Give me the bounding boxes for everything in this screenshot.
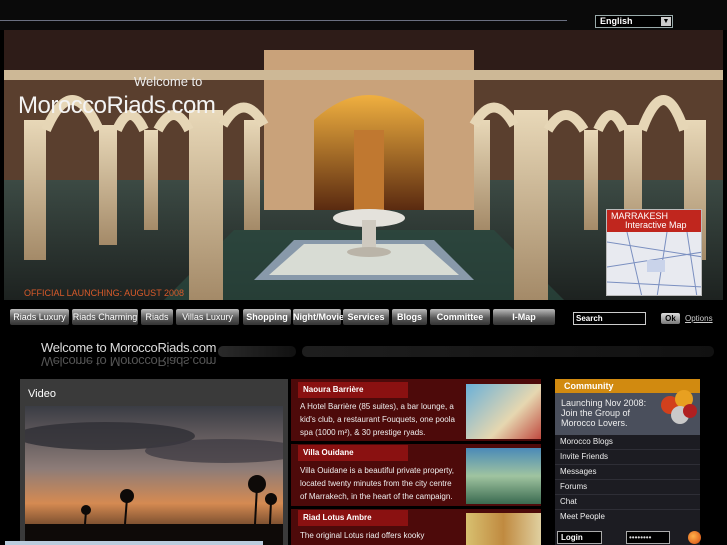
banner-line: Join the Group of	[561, 408, 631, 418]
divider	[555, 464, 700, 465]
news-thumbnail[interactable]	[466, 448, 541, 504]
map-title-label: Interactive Map	[625, 220, 687, 230]
launch-announcement: OFFICIAL LAUNCHING: AUGUST 2008	[24, 288, 185, 298]
chevron-down-icon[interactable]: ▼	[661, 17, 671, 26]
divider	[555, 494, 700, 495]
news-title[interactable]: Riad Lotus Ambre	[298, 510, 408, 526]
map-header: MARRAKESH Interactive Map	[607, 210, 701, 232]
divider	[555, 479, 700, 480]
nav-i-map[interactable]: I-Map	[493, 309, 555, 325]
language-select[interactable]: English ▼	[595, 15, 673, 28]
nav-blogs[interactable]: Blogs	[392, 309, 427, 325]
community-link-chat[interactable]: Chat	[560, 497, 577, 506]
video-controls[interactable]	[5, 541, 263, 545]
video-title: Video	[28, 388, 56, 400]
community-link-invite-friends[interactable]: Invite Friends	[560, 452, 608, 461]
nav-shopping[interactable]: Shopping	[243, 309, 291, 325]
interactive-map-link[interactable]: MARRAKESH Interactive Map	[606, 209, 702, 296]
welcome-small-text: Welcome to	[134, 74, 203, 89]
divider	[555, 449, 700, 450]
news-title[interactable]: Naoura Barrière	[298, 382, 408, 398]
video-panel: Video	[20, 379, 288, 545]
news-item[interactable]: Villa Ouidane Villa Ouidane is a beautif…	[291, 444, 541, 506]
search-ok-button[interactable]: Ok	[661, 313, 680, 324]
community-panel: Community Launching Nov 2008: Join the G…	[555, 379, 700, 545]
nav-committee[interactable]: Committee	[430, 309, 490, 325]
sunset-video-still	[25, 406, 283, 545]
nav-riads-luxury[interactable]: Riads Luxury	[10, 309, 69, 325]
banner-line: Launching Nov 2008:	[561, 398, 647, 408]
top-divider	[0, 20, 567, 21]
login-button[interactable]: Login	[557, 531, 602, 544]
community-banner[interactable]: Launching Nov 2008: Join the Group of Mo…	[555, 390, 700, 435]
search-options-link[interactable]: Options	[685, 314, 713, 323]
news-text: Villa Ouidane is a beautiful private pro…	[300, 466, 455, 501]
nav-night-movie[interactable]: Night/Movie	[293, 309, 344, 325]
language-select-value: English	[600, 16, 633, 26]
nav-riads-charming[interactable]: Riads Charming	[72, 309, 138, 325]
tagline-reflection: Welcome to MoroccoRiads.com	[41, 354, 217, 369]
news-title[interactable]: Villa Ouidane	[298, 445, 408, 461]
site-logo-text[interactable]: MoroccoRiads.com	[18, 92, 216, 120]
video-player[interactable]	[25, 406, 283, 545]
news-item[interactable]: Riad Lotus Ambre The original Lotus riad…	[291, 509, 541, 545]
divider	[555, 509, 700, 510]
group-people-icon	[661, 390, 697, 424]
news-thumbnail[interactable]	[466, 384, 541, 439]
community-link-messages[interactable]: Messages	[560, 467, 596, 476]
password-field[interactable]: ••••••••	[626, 531, 670, 544]
nav-riads[interactable]: Riads	[141, 309, 173, 325]
go-icon[interactable]	[688, 531, 701, 544]
community-link-morocco-blogs[interactable]: Morocco Blogs	[560, 437, 613, 446]
banner-line: Morocco Lovers.	[561, 418, 628, 428]
community-link-meet-people[interactable]: Meet People	[560, 512, 605, 521]
map-thumbnail-icon	[607, 232, 701, 295]
nav-services[interactable]: Services	[343, 309, 389, 325]
tagline-bar-long	[302, 346, 714, 357]
community-link-forums[interactable]: Forums	[560, 482, 587, 491]
news-item[interactable]: Naoura Barrière A Hotel Barrière (85 sui…	[291, 379, 541, 441]
tagline-bar	[218, 346, 296, 357]
tagline: Welcome to MoroccoRiads.com	[41, 340, 217, 355]
news-thumbnail[interactable]	[466, 513, 541, 545]
news-text: The original Lotus riad offers kooky	[300, 531, 425, 540]
news-text: A Hotel Barrière (85 suites), a bar loun…	[300, 402, 455, 437]
nav-villas-luxury[interactable]: Villas Luxury	[176, 309, 239, 325]
search-input[interactable]: Search	[573, 312, 646, 325]
